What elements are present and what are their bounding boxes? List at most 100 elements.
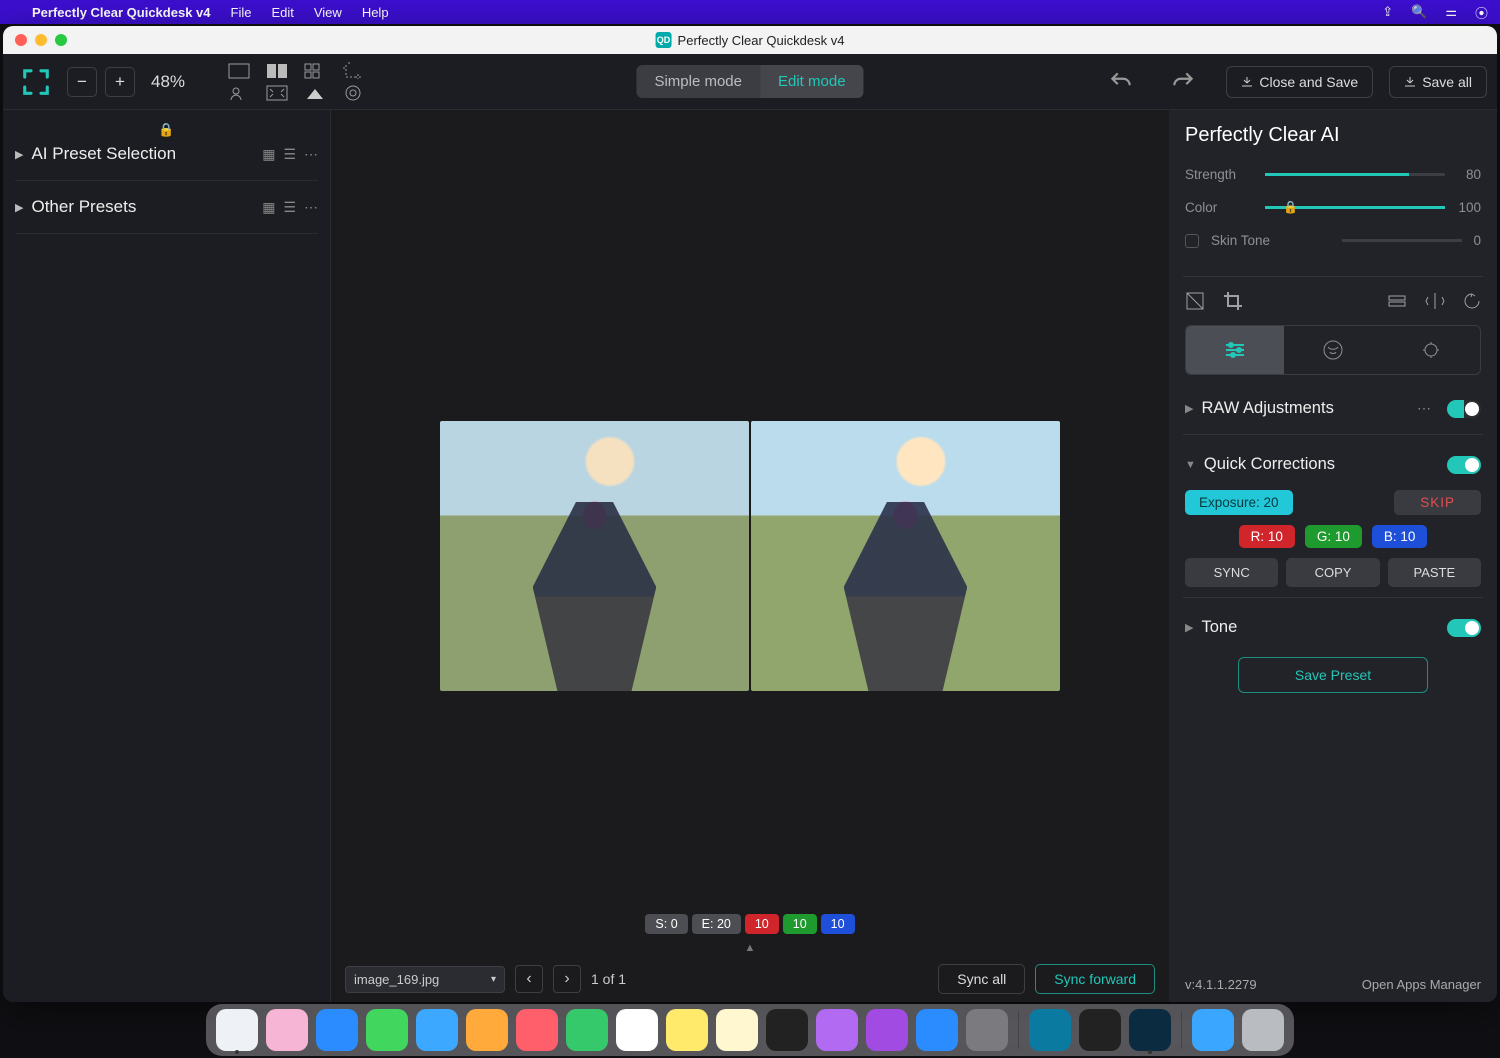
dock-app-14[interactable]	[916, 1009, 958, 1051]
qc-toggle[interactable]	[1447, 456, 1481, 474]
more-icon[interactable]: ⋯	[304, 199, 318, 216]
edit-mode-tab[interactable]: Edit mode	[760, 65, 864, 98]
fit-view-icon[interactable]	[265, 84, 289, 102]
dock-app-18[interactable]	[1129, 1009, 1171, 1051]
skintone-checkbox[interactable]	[1185, 234, 1199, 248]
dock-app-3[interactable]	[366, 1009, 408, 1051]
filename-label: image_169.jpg	[354, 972, 439, 987]
power-icon[interactable]: ⦿	[1475, 3, 1488, 22]
crop-view-icon[interactable]	[341, 62, 365, 80]
dock-app-0[interactable]	[216, 1009, 258, 1051]
close-and-save-button[interactable]: Close and Save	[1226, 66, 1373, 98]
dock-app-4[interactable]	[416, 1009, 458, 1051]
dock-app-15[interactable]	[966, 1009, 1008, 1051]
open-apps-manager-link[interactable]: Open Apps Manager	[1362, 977, 1481, 992]
raw-section[interactable]: ▶ RAW Adjustments ⋯	[1185, 393, 1481, 424]
right-panel: Perfectly Clear AI Strength 80 Color 🔒 1…	[1169, 110, 1497, 1002]
copy-button[interactable]: COPY	[1286, 558, 1379, 587]
other-presets-section[interactable]: ▶ Other Presets ▦☰⋯	[11, 191, 322, 223]
dock-app-11[interactable]	[766, 1009, 808, 1051]
b-pill[interactable]: B: 10	[1372, 525, 1428, 548]
r-pill[interactable]: R: 10	[1239, 525, 1295, 548]
dock-app-8[interactable]	[616, 1009, 658, 1051]
zoom-out-button[interactable]: −	[67, 67, 97, 97]
dock-app-5[interactable]	[466, 1009, 508, 1051]
dock-app-12[interactable]	[816, 1009, 858, 1051]
raw-toggle[interactable]	[1447, 400, 1481, 418]
menu-help[interactable]: Help	[362, 5, 389, 20]
chevron-down-icon: ▼	[1185, 459, 1196, 471]
dock-app-9[interactable]	[666, 1009, 708, 1051]
dock-app-17[interactable]	[1079, 1009, 1121, 1051]
search-icon[interactable]: 🔍	[1411, 4, 1427, 20]
minimize-icon[interactable]	[35, 34, 47, 46]
list-icon[interactable]: ☰	[283, 199, 296, 216]
straighten-icon[interactable]	[1387, 293, 1407, 309]
color-slider[interactable]: Color 🔒 100	[1185, 200, 1481, 215]
finishing-tab[interactable]	[1382, 326, 1480, 374]
simple-mode-tab[interactable]: Simple mode	[636, 65, 760, 98]
chevron-right-icon: ▶	[15, 148, 23, 161]
menu-edit[interactable]: Edit	[271, 5, 293, 20]
sync-button[interactable]: SYNC	[1185, 558, 1278, 587]
control-center-icon[interactable]: ⚌	[1445, 4, 1457, 20]
compare-icon[interactable]	[1185, 291, 1205, 311]
quick-corrections-section[interactable]: ▼ Quick Corrections	[1185, 449, 1481, 480]
split-view-icon[interactable]	[265, 62, 289, 80]
single-view-icon[interactable]	[227, 62, 251, 80]
menu-view[interactable]: View	[314, 5, 342, 20]
grid-small-icon[interactable]: ▦	[262, 199, 275, 216]
ai-preset-label: AI Preset Selection	[31, 144, 254, 164]
dock-app-1[interactable]	[266, 1009, 308, 1051]
undo-icon[interactable]	[1108, 69, 1134, 95]
ai-preset-section[interactable]: ▶ AI Preset Selection ▦ ☰ ⋯	[11, 138, 322, 170]
histogram-icon[interactable]	[303, 84, 327, 102]
mode-segmented: Simple mode Edit mode	[636, 65, 863, 98]
frame-icon[interactable]	[21, 67, 51, 97]
grid-small-icon[interactable]: ▦	[262, 146, 275, 163]
filename-dropdown[interactable]: image_169.jpg▾	[345, 966, 505, 993]
more-icon[interactable]: ⋯	[1417, 400, 1431, 417]
more-icon[interactable]: ⋯	[304, 146, 318, 163]
prev-page-button[interactable]: ‹	[515, 965, 543, 993]
expand-up-icon[interactable]: ▲	[745, 942, 756, 954]
adjustments-tab[interactable]	[1186, 326, 1284, 374]
close-icon[interactable]	[15, 34, 27, 46]
dock-app-6[interactable]	[516, 1009, 558, 1051]
redo-icon[interactable]	[1170, 69, 1196, 95]
save-preset-button[interactable]: Save Preset	[1238, 657, 1428, 693]
strength-slider[interactable]: Strength 80	[1185, 167, 1481, 182]
dock-app-19[interactable]	[1192, 1009, 1234, 1051]
dock-app-16[interactable]	[1029, 1009, 1071, 1051]
exposure-pill[interactable]: Exposure: 20	[1185, 490, 1293, 515]
crop-icon[interactable]	[1223, 291, 1243, 311]
tone-section[interactable]: ▶ Tone	[1185, 612, 1481, 643]
zoom-in-button[interactable]: +	[105, 67, 135, 97]
menubar-appname[interactable]: Perfectly Clear Quickdesk v4	[32, 5, 211, 20]
upload-icon[interactable]: ⇪	[1382, 4, 1393, 20]
dock-app-20[interactable]	[1242, 1009, 1284, 1051]
scope-icon[interactable]	[341, 84, 365, 102]
paste-button[interactable]: PASTE	[1388, 558, 1481, 587]
dock-app-10[interactable]	[716, 1009, 758, 1051]
sync-all-button[interactable]: Sync all	[938, 964, 1025, 994]
menu-file[interactable]: File	[231, 5, 252, 20]
g-pill[interactable]: G: 10	[1305, 525, 1362, 548]
face-view-icon[interactable]	[227, 84, 251, 102]
next-page-button[interactable]: ›	[553, 965, 581, 993]
grid-view-icon[interactable]	[303, 62, 327, 80]
fullscreen-icon[interactable]	[55, 34, 67, 46]
tone-toggle[interactable]	[1447, 619, 1481, 637]
flip-icon[interactable]	[1425, 292, 1445, 310]
portrait-tab[interactable]	[1284, 326, 1382, 374]
dock-app-2[interactable]	[316, 1009, 358, 1051]
rotate-icon[interactable]	[1463, 292, 1481, 310]
sync-forward-button[interactable]: Sync forward	[1035, 964, 1155, 994]
skintone-row[interactable]: Skin Tone 0	[1185, 233, 1481, 248]
dock-app-13[interactable]	[866, 1009, 908, 1051]
dock-app-7[interactable]	[566, 1009, 608, 1051]
list-icon[interactable]: ☰	[283, 146, 296, 163]
save-all-button[interactable]: Save all	[1389, 66, 1487, 98]
skip-pill[interactable]: SKIP	[1394, 490, 1481, 515]
preview-image[interactable]	[440, 421, 1060, 691]
